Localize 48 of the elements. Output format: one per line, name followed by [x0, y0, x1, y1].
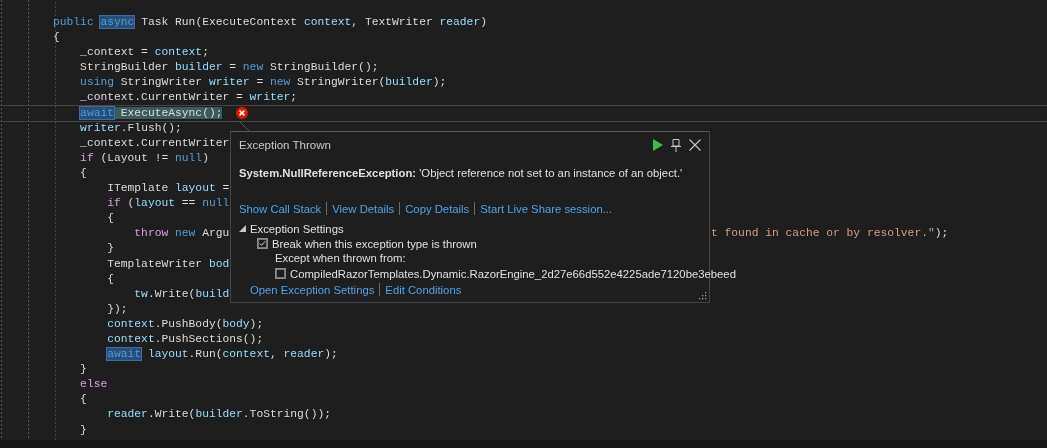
code-line: await layout.Run(context, reader);	[107, 347, 338, 363]
pin-icon[interactable]	[671, 138, 681, 152]
checkbox-label: Break when this exception type is thrown	[272, 237, 477, 250]
code-line: t found in cache or by resolver.");	[711, 227, 949, 240]
code-line: StringBuilder builder = new StringBuilder();	[80, 60, 379, 76]
code-line: tw.Write(build	[134, 286, 230, 302]
action-link[interactable]: Copy Details	[405, 202, 470, 215]
code-line: writer.Flush();	[80, 120, 182, 136]
checkbox[interactable]	[275, 268, 286, 279]
code-line: });	[107, 301, 128, 317]
section-header: Exception Settings	[250, 222, 344, 235]
except-label: Except when thrown from:	[275, 251, 407, 266]
code-line: _context.CurrentWriter = writer;	[80, 90, 298, 106]
code-line: {	[107, 211, 114, 227]
code-line: else	[80, 377, 108, 393]
code-line: }	[80, 362, 87, 378]
settings-link[interactable]: Edit Conditions	[385, 283, 462, 296]
exception-message: System.NullReferenceException: 'Object reference not set to an instance of an object.'	[239, 166, 684, 180]
code-line: ITemplate layout =	[107, 181, 230, 197]
code-line: }	[80, 422, 87, 438]
continue-icon[interactable]	[653, 139, 663, 151]
code-line: await ExecuteAsync();	[80, 105, 223, 121]
close-icon[interactable]	[689, 139, 701, 151]
expander-icon[interactable]	[239, 225, 246, 232]
code-line: _context.CurrentWriter	[80, 135, 230, 151]
code-line: public async Task Run(ExecuteContext context, TextWriter reader)	[53, 15, 487, 30]
popup-title: Exception Thrown	[239, 139, 331, 151]
resize-grip-icon[interactable]	[699, 292, 707, 300]
code-line: if (layout == null	[107, 196, 230, 212]
code-line: context.PushSections();	[107, 331, 264, 347]
code-line: if (Layout != null)	[80, 150, 209, 166]
action-link[interactable]: View Details	[332, 202, 395, 215]
action-link[interactable]: Start Live Share session...	[480, 202, 613, 215]
code-line: {	[80, 165, 87, 181]
code-line: using StringWriter writer = new StringWriter(builder);	[80, 75, 447, 91]
code-line: }	[107, 241, 114, 257]
checkbox-label: CompiledRazorTemplates.Dynamic.RazorEngine_2d27e66d552e4225ade7120be3ebeed	[290, 267, 736, 280]
code-line: reader.Write(builder.ToString());	[107, 407, 331, 423]
code-line: {	[107, 271, 114, 287]
action-link[interactable]: Show Call Stack	[239, 202, 322, 215]
code-line: _context = context;	[80, 45, 209, 61]
code-line: context.PushBody(body);	[107, 316, 264, 332]
code-line: {	[53, 30, 60, 46]
code-line: TemplateWriter bod	[107, 256, 230, 272]
code-line: {	[80, 392, 87, 408]
checkbox[interactable]	[257, 238, 268, 249]
code-line: throw new Argu	[134, 226, 230, 242]
settings-link[interactable]: Open Exception Settings	[250, 283, 375, 296]
